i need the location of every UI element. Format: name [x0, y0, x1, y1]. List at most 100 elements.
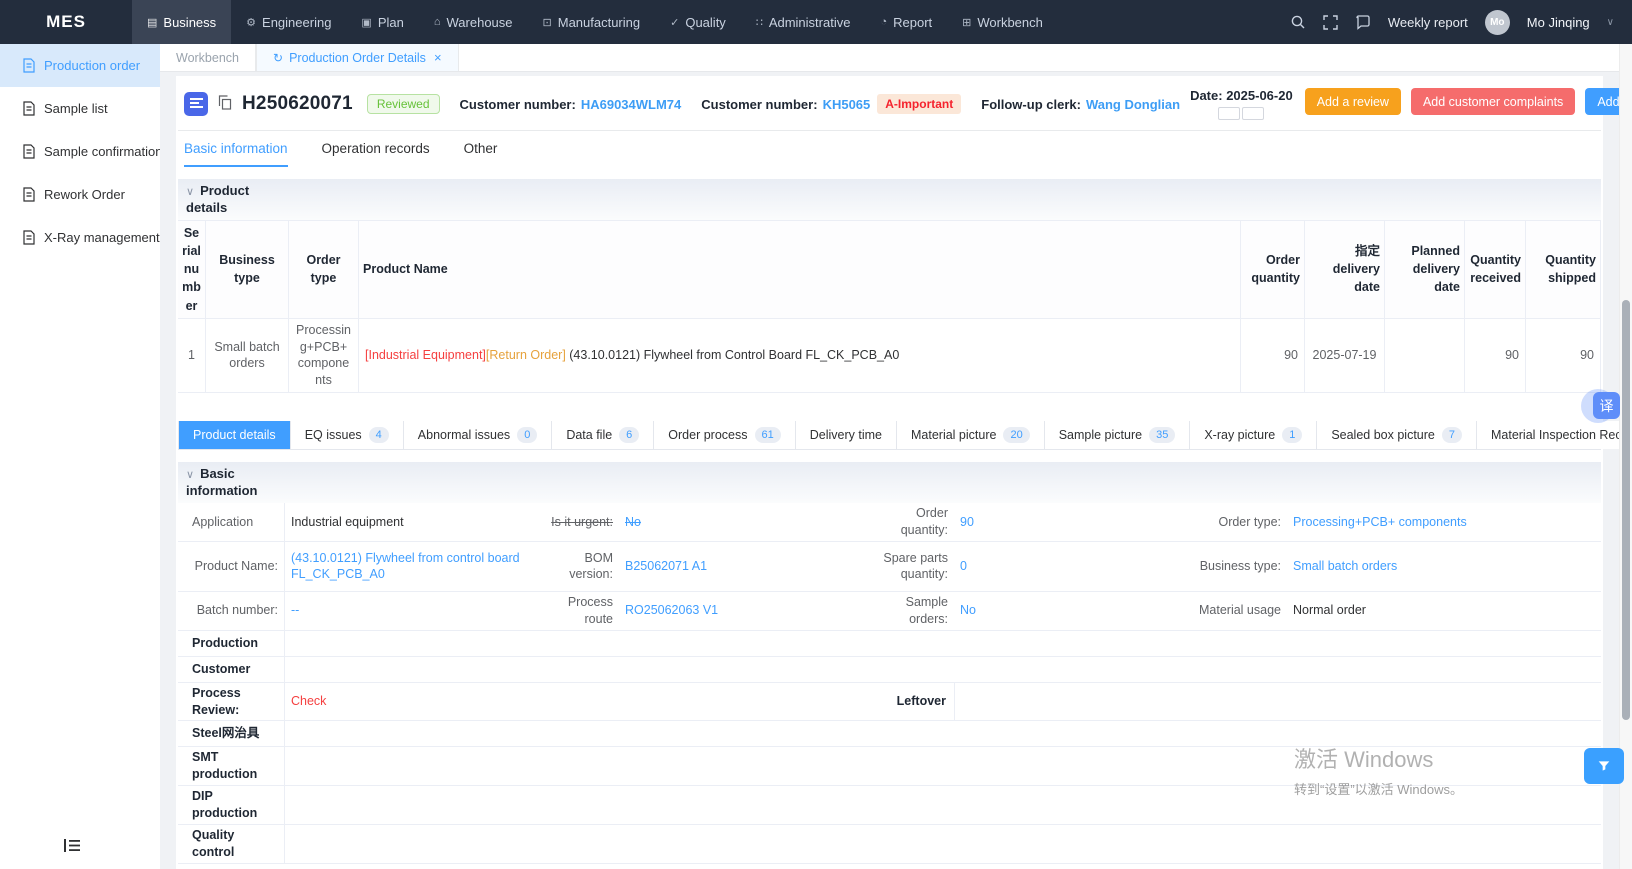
chip-data-file[interactable]: Data file6 — [552, 421, 654, 449]
chip-eq-issues[interactable]: EQ issues4 — [291, 421, 404, 449]
document-icon — [22, 58, 36, 73]
specified-delivery-date-cell: 2025-07-19 — [1305, 319, 1385, 394]
sidebar-item-label: Sample list — [44, 101, 108, 116]
nav-item-workbench[interactable]: ⊞Workbench — [947, 0, 1058, 44]
sidebar-item-xray-management[interactable]: X-Ray management — [0, 216, 160, 259]
vertical-scrollbar[interactable] — [1619, 44, 1632, 869]
product-details-section-header[interactable]: ∨Product details — [178, 179, 1601, 220]
chip-sample-picture[interactable]: Sample picture35 — [1045, 421, 1191, 449]
close-icon[interactable]: × — [434, 50, 442, 65]
report-icon: ◔ — [880, 16, 887, 28]
translate-button[interactable]: 译 — [1593, 392, 1620, 419]
sidebar-item-sample-list[interactable]: Sample list — [0, 87, 160, 130]
add-customer-complaints-button[interactable]: Add customer complaints — [1411, 88, 1575, 115]
chip-delivery-time[interactable]: Delivery time — [796, 421, 897, 449]
nav-item-warehouse[interactable]: ⌂Warehouse — [419, 0, 528, 44]
copy-icon[interactable] — [218, 95, 232, 113]
sidebar-item-production-order[interactable]: Production order — [0, 44, 160, 87]
scrollbar-thumb[interactable] — [1622, 300, 1630, 720]
field-value[interactable]: 0 — [954, 542, 1192, 591]
group-label: DIP production — [178, 786, 285, 824]
sidebar-item-label: Production order — [44, 58, 140, 73]
field-value — [285, 657, 1601, 682]
order-number: H250620071 — [242, 93, 353, 115]
clerk-field: Follow-up clerk: Wang Donglian — [981, 97, 1180, 112]
order-app-icon — [184, 92, 208, 116]
main-content: H250620071 Reviewed Customer number: HA6… — [160, 72, 1632, 869]
document-icon — [22, 144, 36, 159]
chip-material-picture[interactable]: Material picture20 — [897, 421, 1045, 449]
tab-production-order-details[interactable]: ↻ Production Order Details × — [256, 44, 459, 71]
refresh-icon[interactable]: ↻ — [273, 51, 283, 65]
sidebar-item-sample-confirmation-list[interactable]: Sample confirmation list — [0, 130, 160, 173]
sidebar-item-rework-order[interactable]: Rework Order — [0, 173, 160, 216]
field-value[interactable]: No — [619, 503, 862, 541]
field-value: Normal order — [1287, 592, 1601, 630]
tab-workbench[interactable]: Workbench — [160, 44, 256, 71]
fullscreen-icon[interactable] — [1323, 15, 1338, 30]
document-icon — [22, 187, 36, 202]
table-row: 1 Small batch orders Processing+PCB+ com… — [178, 319, 1601, 394]
count-badge: 4 — [369, 427, 389, 443]
field-value[interactable]: Processing+PCB+ components — [1287, 503, 1601, 541]
field-value[interactable]: -- — [285, 592, 532, 630]
basic-information-section-header[interactable]: ∨Basic information — [178, 462, 1601, 503]
field-value — [285, 786, 1601, 824]
clerk-link[interactable]: Wang Donglian — [1086, 97, 1180, 112]
tab-operation-records[interactable]: Operation records — [322, 141, 430, 167]
group-label: Leftover — [862, 683, 954, 721]
sidebar-collapse-button[interactable] — [64, 840, 80, 855]
message-icon[interactable] — [1355, 14, 1371, 30]
field-label: Sample orders: — [862, 592, 954, 630]
sidebar-item-label: Sample confirmation list — [44, 144, 160, 159]
chip-order-process[interactable]: Order process61 — [654, 421, 795, 449]
column-header: Order type — [289, 221, 359, 319]
user-avatar[interactable]: Mo — [1485, 10, 1510, 35]
process-review-check-link[interactable]: Check — [285, 683, 862, 721]
tab-other[interactable]: Other — [464, 141, 498, 167]
add-review-button[interactable]: Add a review — [1305, 88, 1401, 115]
quality-icon: ✓ — [670, 16, 679, 29]
nav-item-quality[interactable]: ✓Quality — [655, 0, 741, 44]
chip-xray-picture[interactable]: X-ray picture1 — [1190, 421, 1317, 449]
nav-item-manufacturing[interactable]: ⊡Manufacturing — [528, 0, 656, 44]
detail-tabs: Basic information Operation records Othe… — [178, 131, 1601, 167]
chip-abnormal-issues[interactable]: Abnormal issues0 — [404, 421, 553, 449]
info-row: Batch number: -- Process route RO2506206… — [178, 592, 1601, 631]
page-tabbar: Workbench ↻ Production Order Details × — [160, 44, 1632, 72]
field-value[interactable]: B25062071 A1 — [619, 542, 862, 591]
field-value[interactable]: Small batch orders — [1287, 542, 1601, 591]
chip-sealed-box-picture[interactable]: Sealed box picture7 — [1317, 421, 1477, 449]
column-header: 指定 delivery date — [1305, 221, 1385, 319]
date-mini-button[interactable] — [1242, 107, 1264, 120]
tab-label: Production Order Details — [289, 51, 426, 65]
chip-label: Sealed box picture — [1331, 428, 1435, 442]
nav-item-report[interactable]: ◔Report — [865, 0, 947, 44]
user-name[interactable]: Mo Jinqing — [1527, 15, 1590, 30]
field-value[interactable]: 90 — [954, 503, 1192, 541]
field-value[interactable]: (43.10.0121) Flywheel from control board… — [285, 542, 532, 591]
chevron-down-icon: ∨ — [186, 469, 194, 481]
customer-number-link[interactable]: HA69034WLM74 — [581, 97, 681, 112]
chip-material-inspection-record[interactable]: Material Inspection Record135 — [1477, 421, 1632, 449]
group-label: Production — [178, 631, 285, 656]
chevron-down-icon: ∨ — [1607, 17, 1614, 28]
field-label: Application — [178, 503, 285, 541]
search-icon[interactable] — [1290, 14, 1306, 30]
field-value[interactable]: No — [954, 592, 1192, 630]
date-mini-button[interactable] — [1218, 107, 1240, 120]
weekly-report-link[interactable]: Weekly report — [1388, 15, 1468, 30]
nav-item-plan[interactable]: ▣Plan — [346, 0, 418, 44]
customer-number-link[interactable]: KH5065 — [823, 97, 871, 112]
product-name-text: (43.10.0121) Flywheel from Control Board… — [566, 348, 900, 362]
chip-label: Product details — [193, 428, 276, 442]
nav-item-engineering[interactable]: ⚙Engineering — [231, 0, 346, 44]
field-value[interactable]: RO25062063 V1 — [619, 592, 862, 630]
style-settings-button[interactable] — [1584, 748, 1624, 784]
nav-item-administrative[interactable]: ∷Administrative — [741, 0, 866, 44]
column-header: Planned delivery date — [1385, 221, 1465, 319]
nav-item-business[interactable]: ▤Business — [132, 0, 231, 44]
warehouse-icon: ⌂ — [434, 16, 441, 28]
chip-product-details[interactable]: Product details — [178, 421, 291, 449]
tab-basic-information[interactable]: Basic information — [184, 141, 288, 167]
